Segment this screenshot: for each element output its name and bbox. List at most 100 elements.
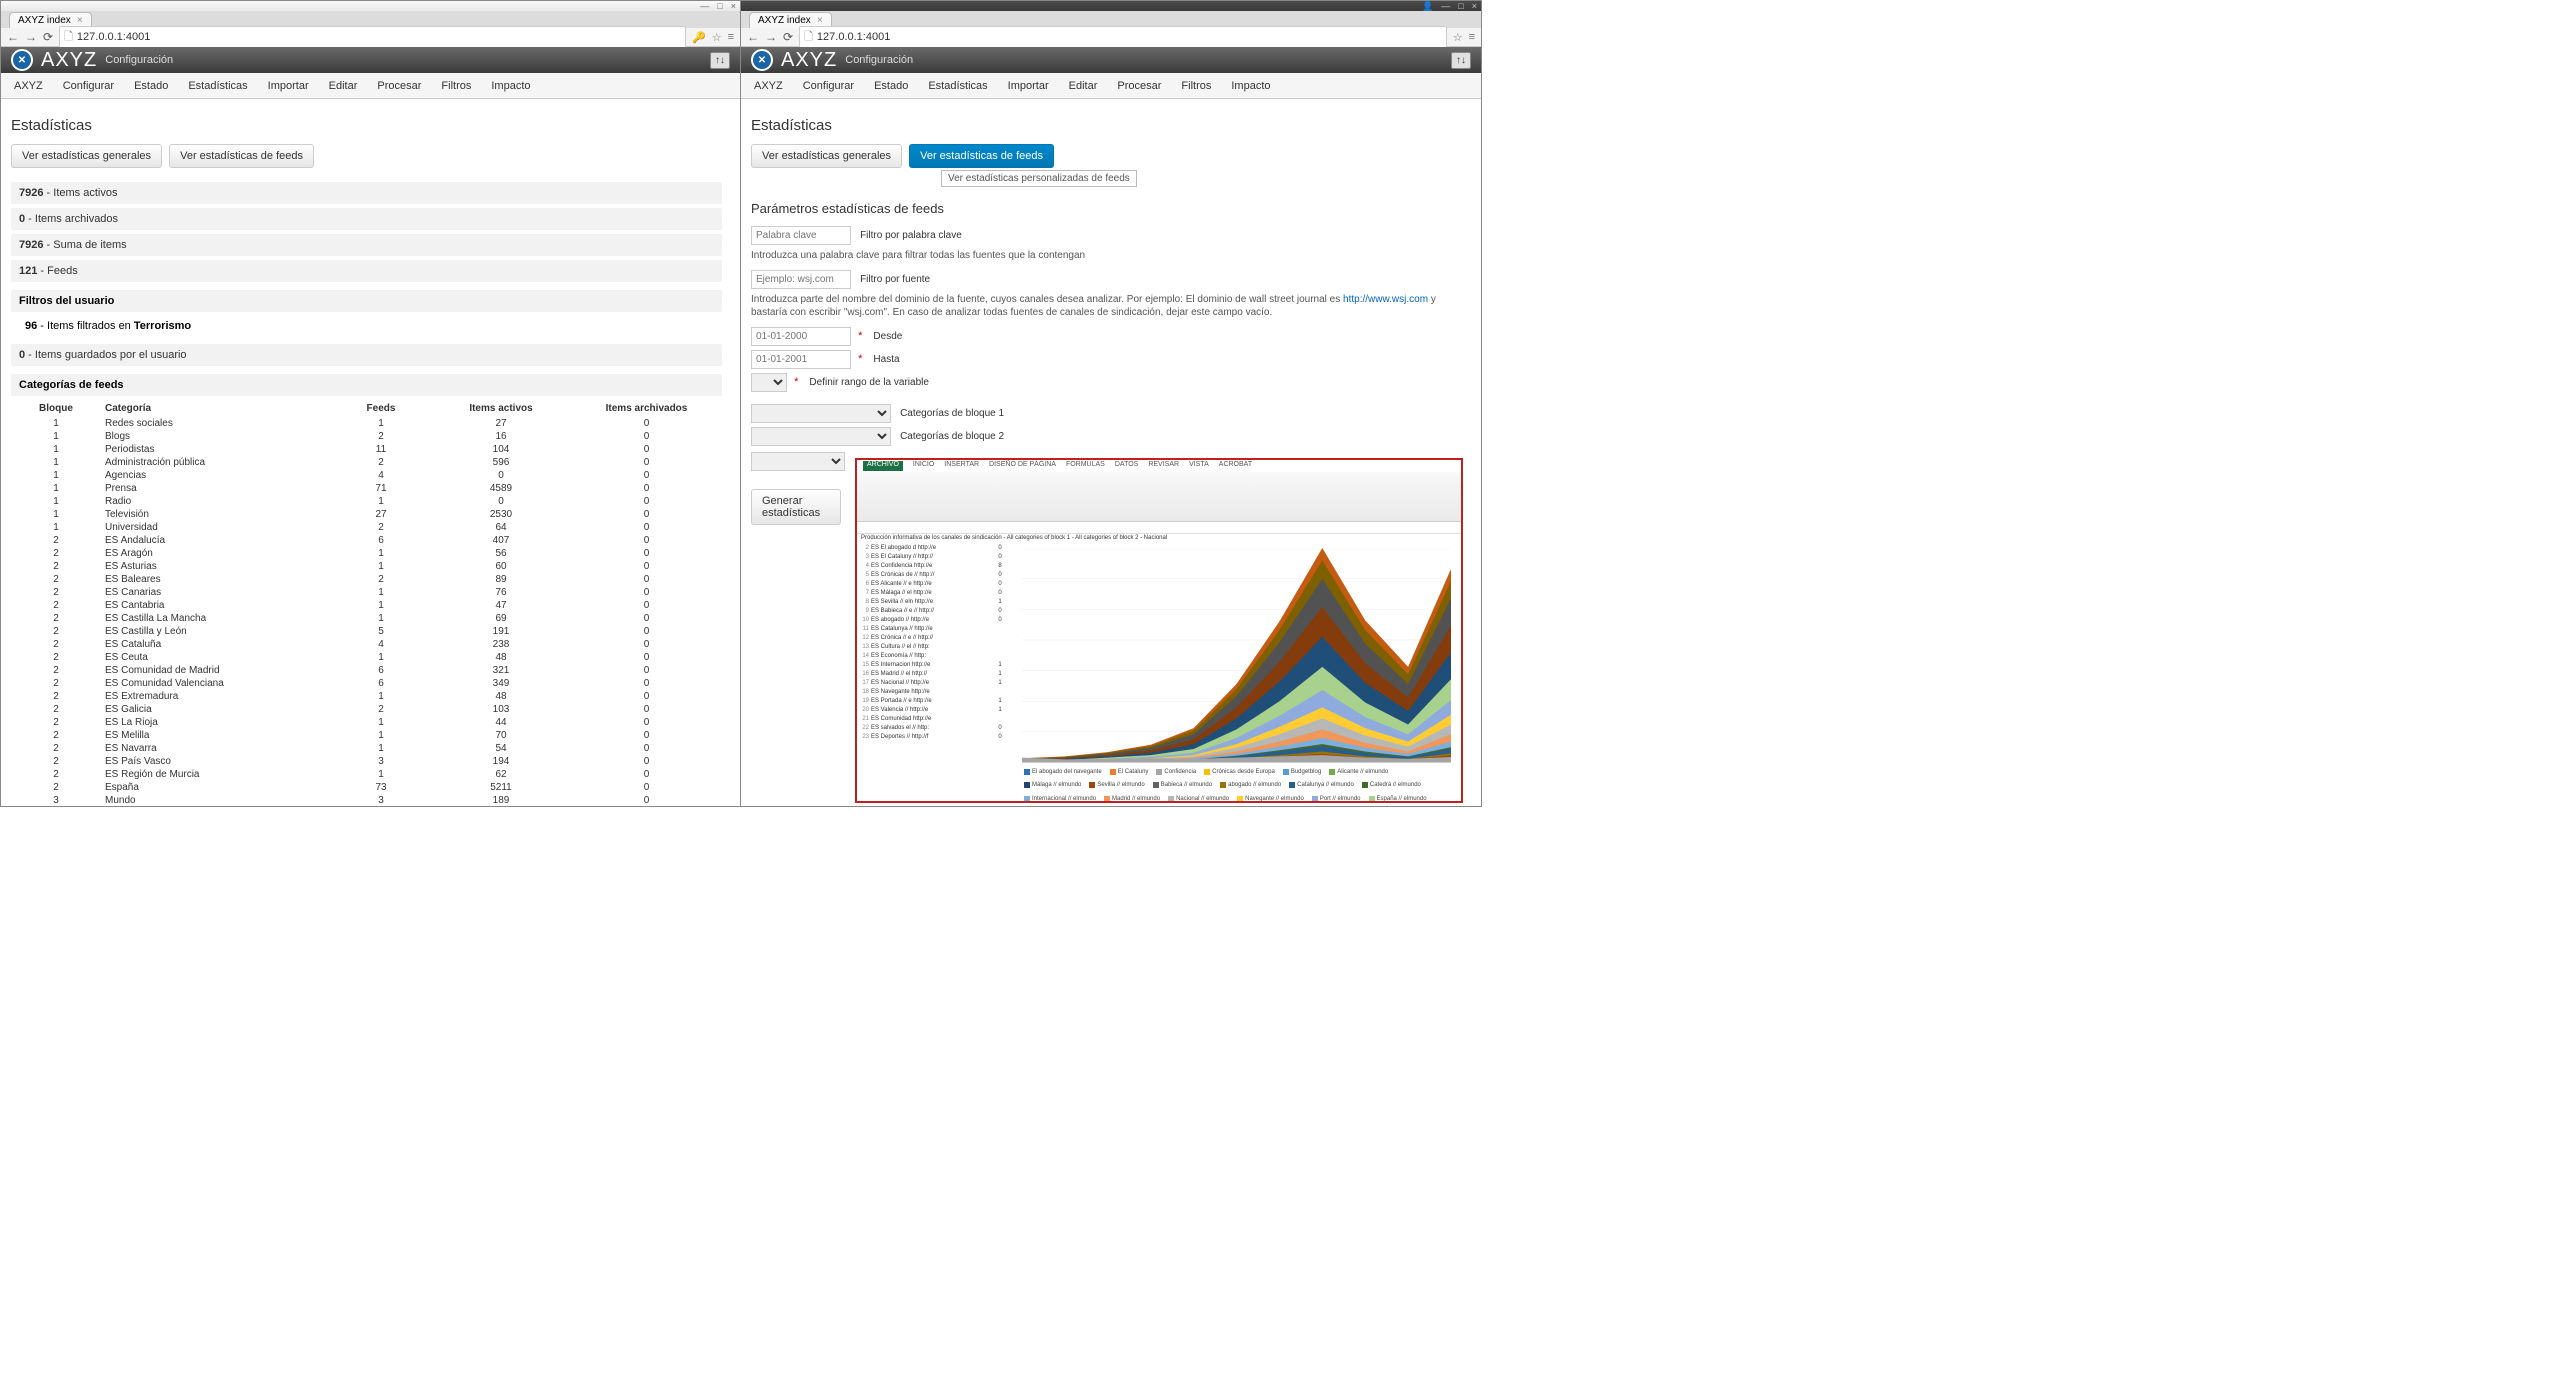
- source-label: Filtro por fuente: [860, 274, 930, 285]
- excel-tab[interactable]: DATOS: [1115, 461, 1138, 471]
- legend-item: abogado // elmundo: [1220, 780, 1281, 792]
- reload-icon[interactable]: ⟳: [783, 30, 793, 44]
- table-row: 2ES Comunidad Valenciana63490: [11, 677, 722, 690]
- to-date-input[interactable]: [751, 350, 851, 369]
- range-select[interactable]: [751, 373, 787, 392]
- btn-stats-general[interactable]: Ver estadísticas generales: [11, 144, 162, 168]
- url-input[interactable]: 🗋 127.0.0.1:4001: [59, 26, 686, 49]
- nav-procesar[interactable]: Procesar: [368, 75, 430, 97]
- legend-item: Budgetblog: [1283, 766, 1321, 778]
- legend-item: Confidencia: [1156, 766, 1196, 778]
- excel-tab[interactable]: DISEÑO DE PÁGINA: [989, 461, 1056, 471]
- nav-configurar[interactable]: Configurar: [794, 75, 863, 97]
- back-icon[interactable]: ←: [7, 30, 19, 44]
- min-icon[interactable]: —: [1441, 1, 1450, 11]
- excel-ribbon: [857, 472, 1461, 522]
- sort-toggle-icon[interactable]: ↑↓: [1451, 52, 1471, 69]
- required-icon: *: [794, 376, 798, 388]
- nav-menu: AXYZConfigurarEstadoEstadísticasImportar…: [1, 73, 740, 99]
- excel-tab[interactable]: INSERTAR: [944, 461, 979, 471]
- excel-row: 11ES Catalunya // http://e: [859, 625, 1010, 634]
- tab-close-icon[interactable]: ×: [817, 15, 823, 26]
- table-row: 1Televisión2725300: [11, 508, 722, 521]
- source-input[interactable]: [751, 270, 851, 289]
- nav-importar[interactable]: Importar: [999, 75, 1058, 97]
- password-icon[interactable]: 🔑: [692, 31, 706, 44]
- table-row: 2ES Cataluña42380: [11, 638, 722, 651]
- nav-editar[interactable]: Editar: [1060, 75, 1107, 97]
- extra-select[interactable]: [751, 452, 845, 471]
- max-icon[interactable]: □: [717, 1, 722, 11]
- legend-item: Port // elmundo: [1312, 793, 1361, 803]
- titlebar: 👤 — □ ×: [741, 1, 1481, 11]
- brand-name: AXYZ: [41, 49, 97, 72]
- brand-bar: ✕ AXYZ Configuración ↑↓: [1, 47, 740, 73]
- nav-estadísticas[interactable]: Estadísticas: [919, 75, 996, 97]
- excel-row: 14ES Economía // http:: [859, 652, 1010, 661]
- tooltip-stats-feeds: Ver estadísticas personalizadas de feeds: [941, 170, 1137, 187]
- menu-icon[interactable]: ≡: [1469, 31, 1475, 44]
- nav-estado[interactable]: Estado: [865, 75, 917, 97]
- keyword-input[interactable]: [751, 226, 851, 245]
- nav-impacto[interactable]: Impacto: [1222, 75, 1279, 97]
- nav-impacto[interactable]: Impacto: [482, 75, 539, 97]
- wsj-link[interactable]: http://www.wsj.com: [1343, 294, 1428, 305]
- cat-block1-select[interactable]: [751, 404, 891, 423]
- nav-axyz[interactable]: AXYZ: [5, 75, 52, 97]
- nav-menu: AXYZConfigurarEstadoEstadísticasImportar…: [741, 73, 1481, 99]
- table-row: 2ES Región de Murcia1620: [11, 768, 722, 781]
- nav-configurar[interactable]: Configurar: [54, 75, 123, 97]
- excel-tab[interactable]: ARCHIVO: [863, 461, 903, 471]
- excel-tab[interactable]: FÓRMULAS: [1066, 461, 1105, 471]
- left-browser-window: — □ × AXYZ index × ← → ⟳ 🗋 127.0.0.1:400…: [0, 0, 741, 807]
- url-input[interactable]: 🗋 127.0.0.1:4001: [799, 26, 1447, 49]
- to-label: Hasta: [873, 354, 899, 365]
- excel-ribbon-tabs: ARCHIVO INICIO INSERTAR DISEÑO DE PÁGINA FÓR…: [857, 460, 1461, 472]
- btn-stats-general[interactable]: Ver estadísticas generales: [751, 144, 902, 168]
- btn-stats-feeds[interactable]: Ver estadísticas de feeds: [169, 144, 314, 168]
- page-icon: 🗋: [804, 28, 813, 47]
- sort-toggle-icon[interactable]: ↑↓: [710, 52, 730, 69]
- required-icon: *: [858, 330, 862, 342]
- excel-tab[interactable]: INICIO: [913, 461, 934, 471]
- max-icon[interactable]: □: [1458, 1, 1463, 11]
- nav-estadísticas[interactable]: Estadísticas: [179, 75, 256, 97]
- menu-icon[interactable]: ≡: [728, 31, 734, 44]
- tab-close-icon[interactable]: ×: [77, 15, 83, 26]
- cat-block2-select[interactable]: [751, 427, 891, 446]
- table-row: 2ES Extremadura1480: [11, 690, 722, 703]
- nav-axyz[interactable]: AXYZ: [745, 75, 792, 97]
- forward-icon[interactable]: →: [765, 30, 777, 44]
- star-icon[interactable]: ☆: [1453, 31, 1463, 44]
- excel-tab[interactable]: VISTA: [1189, 461, 1209, 471]
- from-date-input[interactable]: [751, 327, 851, 346]
- nav-importar[interactable]: Importar: [259, 75, 318, 97]
- forward-icon[interactable]: →: [25, 30, 37, 44]
- address-bar: ← → ⟳ 🗋 127.0.0.1:4001 ☆ ≡: [741, 28, 1481, 47]
- nav-estado[interactable]: Estado: [125, 75, 177, 97]
- excel-tab[interactable]: ACROBAT: [1219, 461, 1252, 471]
- min-icon[interactable]: —: [700, 1, 709, 11]
- nav-editar[interactable]: Editar: [320, 75, 367, 97]
- excel-tab[interactable]: REVISAR: [1148, 461, 1179, 471]
- btn-stats-feeds[interactable]: Ver estadísticas de feeds: [909, 144, 1054, 168]
- reload-icon[interactable]: ⟳: [43, 30, 53, 44]
- generate-stats-button[interactable]: Generar estadísticas: [751, 489, 841, 525]
- stat-line: 0 - Items archivados: [11, 208, 722, 230]
- close-icon[interactable]: ×: [1472, 1, 1477, 11]
- table-row: 1Radio100: [11, 495, 722, 508]
- close-icon[interactable]: ×: [731, 1, 736, 11]
- excel-row: 16ES Madrid // el http://1: [859, 670, 1010, 679]
- nav-filtros[interactable]: Filtros: [1172, 75, 1220, 97]
- nav-procesar[interactable]: Procesar: [1108, 75, 1170, 97]
- user-icon[interactable]: 👤: [1422, 1, 1433, 12]
- excel-row: 9ES Babieca // e // http://0: [859, 607, 1010, 616]
- legend-item: El abogado del navegante: [1024, 766, 1102, 778]
- excel-row: 2ES El abogado d http://e0: [859, 544, 1010, 553]
- legend-item: Catalunya // elmundo: [1289, 780, 1354, 792]
- star-icon[interactable]: ☆: [712, 31, 722, 44]
- nav-filtros[interactable]: Filtros: [432, 75, 480, 97]
- table-row: 2ES Comunidad de Madrid63210: [11, 664, 722, 677]
- excel-row: 17ES Nacional // http://e1: [859, 679, 1010, 688]
- back-icon[interactable]: ←: [747, 30, 759, 44]
